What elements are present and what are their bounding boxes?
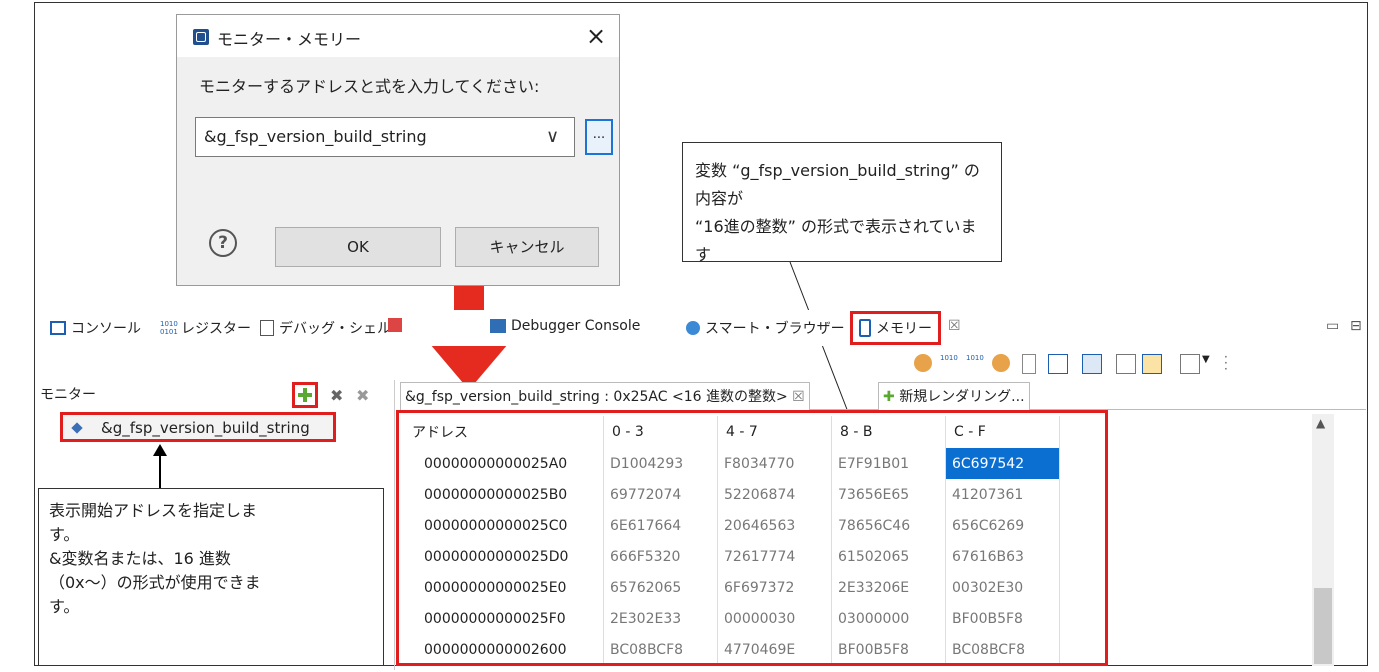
tab-label: スマート・ブラウザー	[705, 321, 845, 337]
tab-new-rendering[interactable]: ✚ 新規レンダリング...	[878, 382, 1030, 410]
tab-console[interactable]: コンソール	[50, 318, 141, 338]
memory-icon	[859, 319, 871, 337]
new-rendering-label: 新規レンダリング...	[899, 389, 1025, 405]
ok-button[interactable]: OK	[275, 227, 441, 267]
export-icon[interactable]: 1010	[966, 354, 984, 372]
variable-icon	[71, 422, 83, 434]
link-icon[interactable]	[1082, 354, 1102, 374]
note-line: （0x～）の形式が使用できま	[49, 573, 261, 592]
tab-hidden[interactable]	[388, 318, 402, 332]
scrollbar-thumb[interactable]	[1314, 588, 1332, 664]
pin-icon[interactable]	[1048, 354, 1068, 374]
rendering-tab-label: &g_fsp_version_build_string : 0x25AC <16…	[405, 389, 788, 405]
layout-icon[interactable]	[1116, 354, 1136, 374]
chevron-up-icon[interactable]: ▲	[1316, 416, 1325, 430]
maximize-icon[interactable]: ⊟	[1350, 318, 1362, 334]
rendering-tabs: &g_fsp_version_build_string : 0x25AC <16…	[400, 382, 1366, 410]
dialog-title: モニター・メモリー	[217, 30, 362, 49]
tab-debugger-console[interactable]: Debugger Console	[490, 318, 640, 334]
view-menu-icon[interactable]	[1180, 354, 1200, 374]
monitor-list-item[interactable]: &g_fsp_version_build_string	[60, 412, 336, 442]
note-line: &変数名または、16 進数	[49, 549, 231, 568]
note-callout: 表示開始アドレスを指定しま す。 &変数名または、16 進数 （0x～）の形式が…	[38, 488, 384, 666]
new-icon[interactable]	[1022, 354, 1036, 374]
memory-highlight-box	[396, 410, 1108, 666]
address-expression-combo[interactable]: &g_fsp_version_build_string ∨	[195, 117, 575, 157]
tab-rendering-hex[interactable]: &g_fsp_version_build_string : 0x25AC <16…	[400, 382, 810, 410]
shell-icon	[260, 320, 274, 336]
tab-label: メモリー	[876, 321, 932, 337]
remove-monitor-icon[interactable]: ✖	[330, 386, 348, 405]
note-line: す。	[49, 597, 80, 616]
device-icon	[388, 318, 402, 332]
tab-register[interactable]: 1010 0101 レジスター	[160, 318, 251, 338]
memory-toolbar: 1010 1010 ▼ · · ·	[900, 350, 1366, 376]
tab-label: Debugger Console	[511, 318, 641, 334]
tab-label: コンソール	[71, 321, 141, 337]
close-icon[interactable]: ☒	[792, 389, 805, 405]
tab-debug-shell[interactable]: デバッグ・シェル	[260, 318, 391, 338]
reset-icon[interactable]	[914, 354, 932, 372]
debugger-console-icon	[490, 319, 506, 333]
callout-line-2: “16進の整数” の形式で表示されています	[695, 217, 977, 264]
help-icon[interactable]: ?	[209, 229, 237, 257]
chevron-down-icon[interactable]: ∨	[546, 126, 559, 147]
tab-memory[interactable]: メモリー	[850, 311, 941, 345]
app-icon	[193, 29, 209, 45]
add-icon: ✚	[883, 389, 895, 405]
close-icon[interactable]: ×	[581, 21, 611, 51]
more-icon[interactable]: · · ·	[1224, 351, 1242, 375]
panel-divider	[394, 380, 395, 670]
note-line: す。	[49, 525, 80, 544]
minimize-icon[interactable]: ▭	[1326, 318, 1339, 334]
add-monitor-button[interactable]	[292, 382, 318, 408]
dialog-titlebar: モニター・メモリー ×	[177, 15, 619, 57]
explanation-callout: 変数 “g_fsp_version_build_string” の内容が “16…	[682, 142, 1002, 264]
remove-all-monitors-icon[interactable]: ✖	[356, 386, 374, 405]
callout-line-1: 変数 “g_fsp_version_build_string” の内容が	[695, 161, 980, 208]
globe-icon	[686, 321, 700, 335]
monitor-memory-dialog: モニター・メモリー × モニターするアドレスと式を入力してください: &g_fs…	[176, 14, 620, 286]
monitor-panel-label: モニター	[40, 387, 96, 403]
refresh-icon[interactable]	[992, 354, 1010, 372]
cancel-button[interactable]: キャンセル	[455, 227, 599, 267]
tab-label: レジスター	[181, 321, 251, 337]
address-expression-value: &g_fsp_version_build_string	[204, 127, 427, 146]
tab-label: デバッグ・シェル	[279, 321, 391, 337]
toggle-icon[interactable]	[1142, 354, 1162, 374]
note-line: 表示開始アドレスを指定しま	[49, 501, 258, 520]
dialog-prompt: モニターするアドレスと式を入力してください:	[199, 77, 540, 96]
close-icon[interactable]: ☒	[948, 318, 961, 334]
tab-smart-browser[interactable]: スマート・ブラウザー	[686, 318, 845, 338]
import-icon[interactable]: 1010	[940, 354, 958, 372]
browse-button[interactable]: ...	[585, 119, 613, 155]
chevron-down-icon[interactable]: ▼	[1202, 354, 1220, 372]
console-icon	[50, 321, 66, 335]
view-tabbar: コンソール 1010 0101 レジスター デバッグ・シェル Debugger C…	[36, 310, 1366, 346]
monitor-item-label: &g_fsp_version_build_string	[101, 419, 310, 437]
register-icon: 1010 0101	[160, 320, 178, 336]
